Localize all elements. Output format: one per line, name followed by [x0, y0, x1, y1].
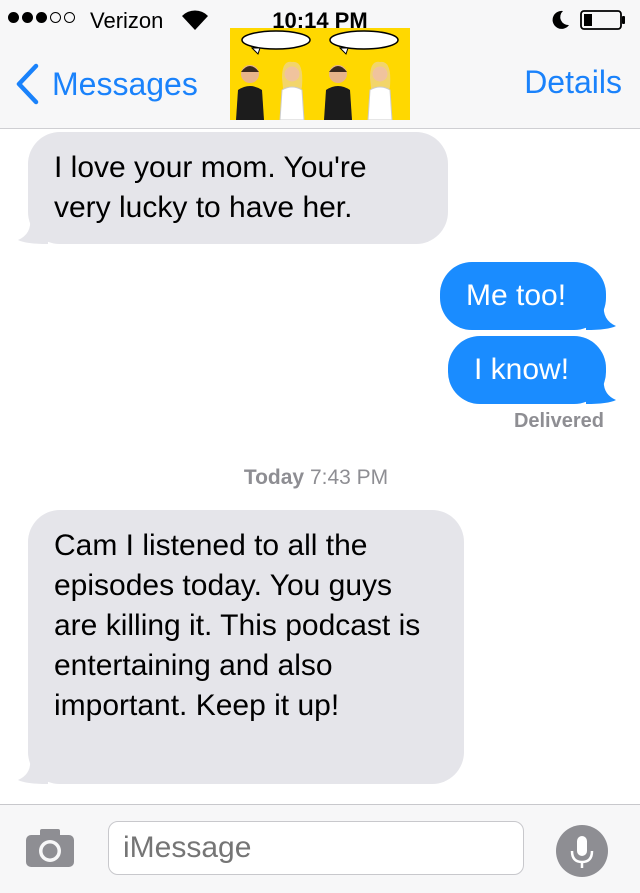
- message-bubble-incoming[interactable]: I love your mom. You're very lucky to ha…: [28, 132, 448, 244]
- back-button[interactable]: Messages: [14, 62, 198, 106]
- navigation-bar: Messages Details: [0, 28, 640, 129]
- carrier-name: Verizon: [90, 8, 164, 33]
- wifi-icon: [182, 10, 208, 30]
- battery-icon: [580, 10, 625, 30]
- podcast-logo-icon: [230, 28, 410, 120]
- conversation-timestamp: Today 7:43 PM: [0, 466, 632, 490]
- timestamp-time: 7:43 PM: [309, 466, 389, 489]
- microphone-icon: [570, 836, 594, 868]
- message-input[interactable]: [108, 821, 524, 875]
- signal-strength-icon: [8, 12, 75, 23]
- contact-avatar[interactable]: [230, 28, 410, 120]
- dictation-button[interactable]: [556, 825, 608, 877]
- message-bubble-incoming[interactable]: Cam I listened to all the episodes today…: [28, 510, 464, 784]
- message-bubble-outgoing[interactable]: I know!: [448, 336, 606, 404]
- chevron-left-icon: [16, 63, 39, 105]
- message-composer: [0, 804, 640, 893]
- message-bubble-outgoing[interactable]: Me too!: [440, 262, 606, 330]
- back-button-label: Messages: [52, 65, 198, 102]
- timestamp-day: Today: [243, 466, 305, 489]
- camera-icon[interactable]: [24, 825, 76, 871]
- moon-icon: [552, 10, 569, 29]
- delivery-status: Delivered: [513, 410, 604, 432]
- details-button[interactable]: Details: [524, 64, 622, 101]
